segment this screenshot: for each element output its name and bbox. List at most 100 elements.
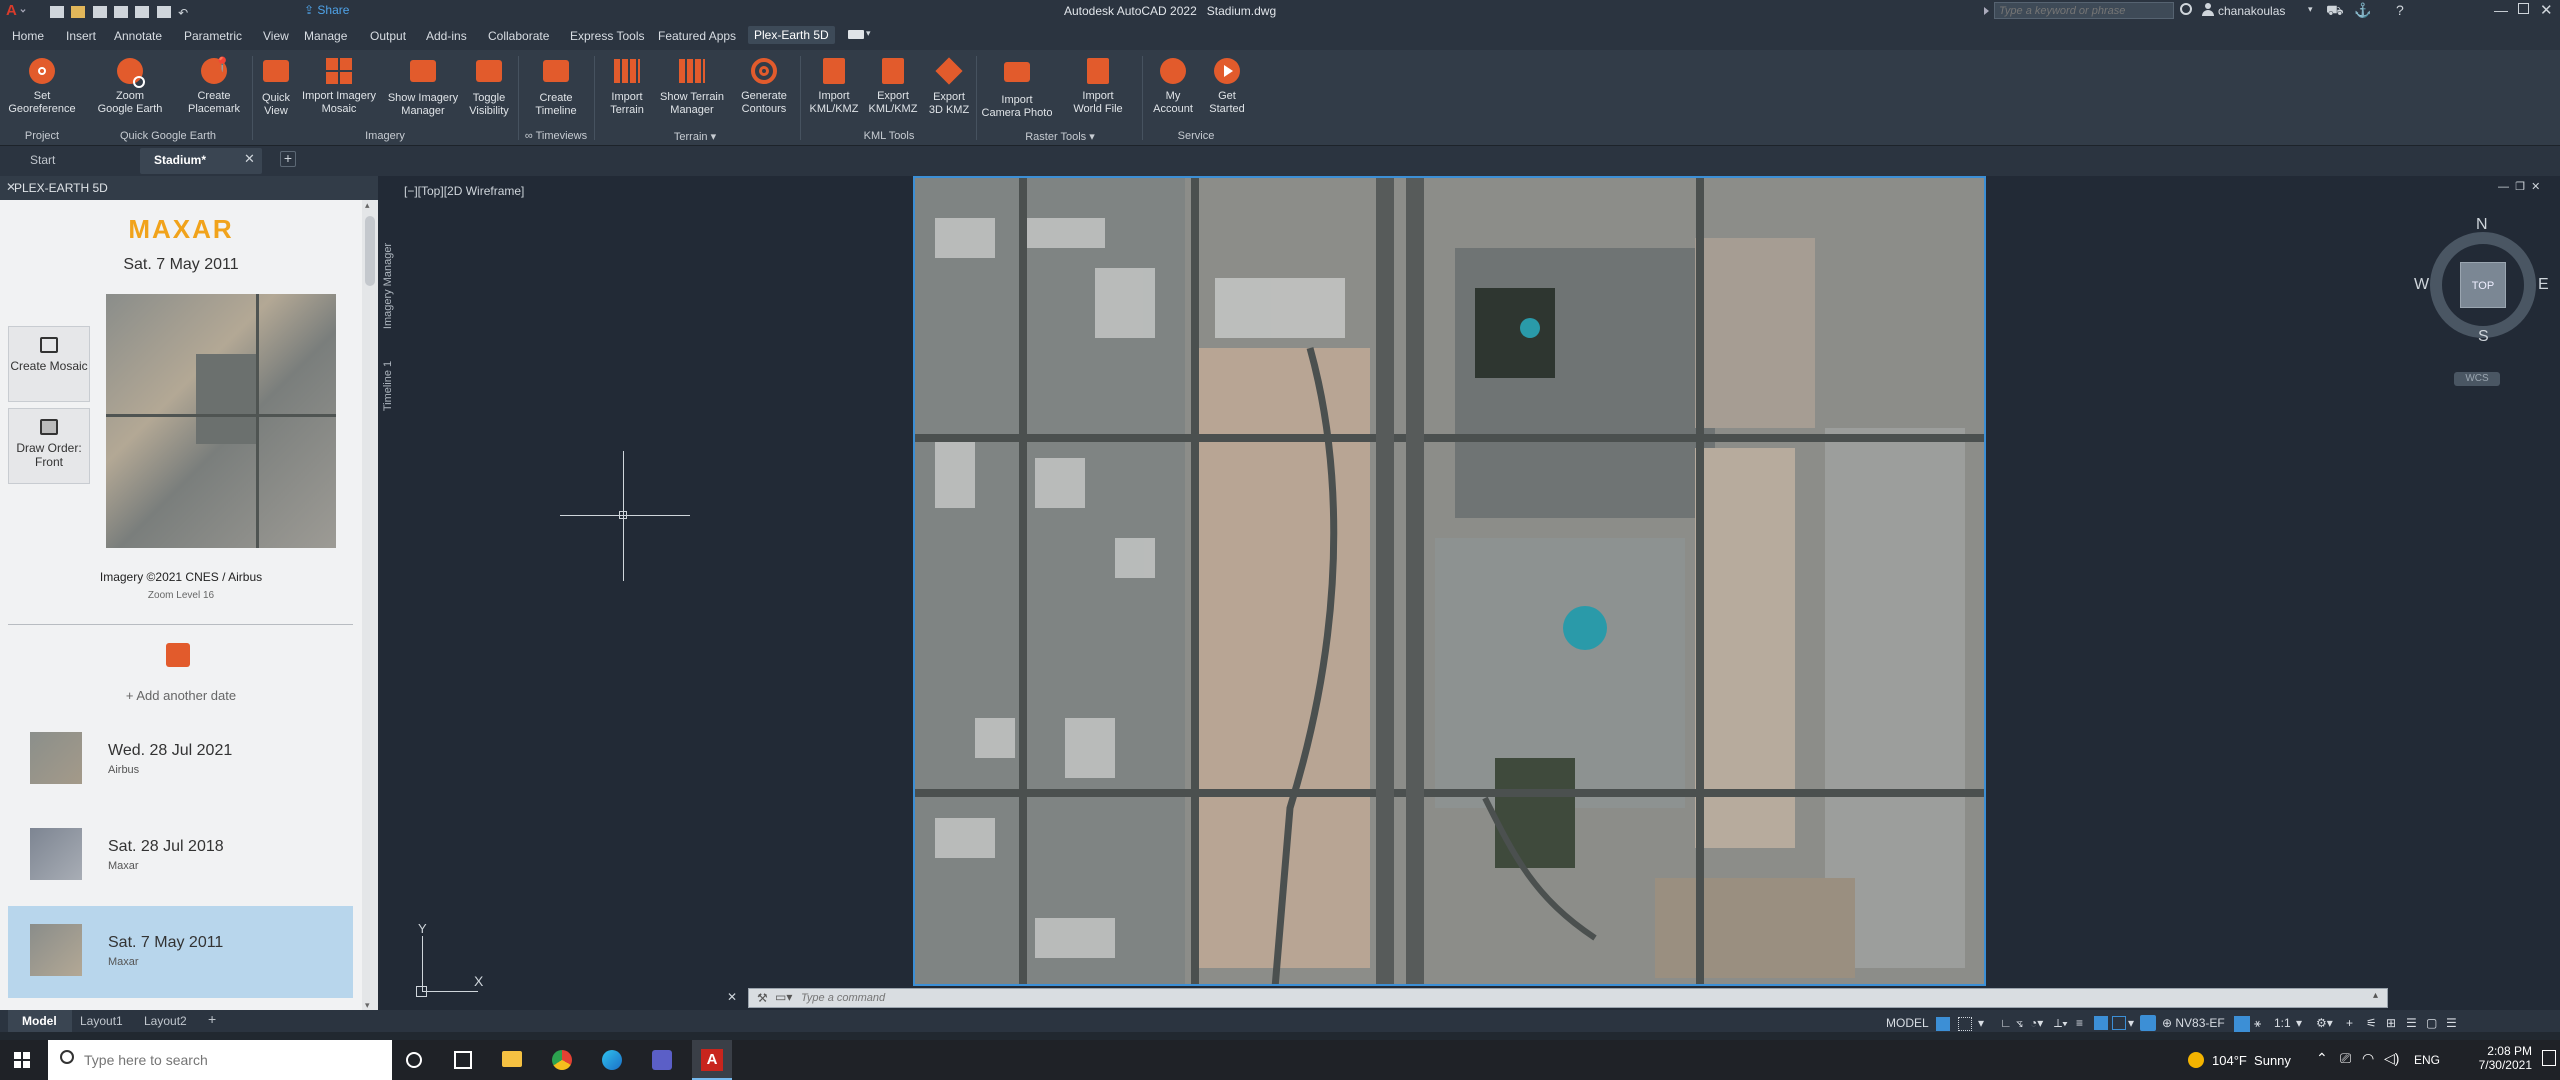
web-mobile-icon[interactable]	[135, 5, 150, 18]
auto-scale-icon[interactable]: ⚹	[2254, 1016, 2261, 1031]
hardware-acceleration-icon[interactable]: ☰	[2406, 1016, 2417, 1030]
annotation-scale[interactable]: 1:1	[2274, 1016, 2291, 1030]
my-account-button[interactable]: My Account	[1148, 56, 1198, 116]
share-button[interactable]: ⇪ Share	[304, 3, 349, 17]
windows-start-icon[interactable]	[14, 1052, 30, 1068]
command-line[interactable]: ✕ ⚒ ▭▾ ▴	[727, 988, 2388, 1008]
viewport-controls-label[interactable]: [−][Top][2D Wireframe]	[404, 184, 524, 198]
weather-sun-icon[interactable]	[2188, 1052, 2204, 1068]
weather-text[interactable]: 104°F Sunny	[2212, 1053, 2291, 1068]
menu-view[interactable]: View	[263, 29, 289, 43]
edge-icon[interactable]	[602, 1050, 622, 1070]
menu-express-tools[interactable]: Express Tools	[570, 29, 644, 43]
command-close-icon[interactable]: ✕	[727, 990, 737, 1004]
isodraft-icon[interactable]: ◔▾	[2030, 1016, 2043, 1030]
add-another-date-link[interactable]: + Add another date	[0, 688, 362, 703]
coord-system-status[interactable]: ⊕ NV83-EF	[2162, 1016, 2225, 1030]
side-tab-timeline[interactable]: Timeline 1	[382, 346, 394, 426]
wcs-menu[interactable]: WCS	[2454, 372, 2500, 386]
task-view-icon[interactable]	[454, 1051, 472, 1069]
cart-icon[interactable]: ⛟	[2326, 2, 2344, 21]
open-folder-icon[interactable]	[71, 5, 86, 18]
file-explorer-icon[interactable]	[502, 1051, 522, 1067]
clean-screen-icon[interactable]: ▢	[2426, 1016, 2437, 1030]
history-item-selected[interactable]: Sat. 7 May 2011 Maxar	[8, 906, 353, 998]
ortho-icon[interactable]: ∟	[2000, 1016, 2012, 1030]
search-icon[interactable]	[2180, 3, 2192, 15]
set-georeference-button[interactable]: Set Georeference	[4, 56, 80, 116]
user-icon[interactable]	[2202, 3, 2214, 17]
compass-south[interactable]: S	[2478, 328, 2489, 346]
model-space-toggle[interactable]: MODEL	[1886, 1016, 1929, 1030]
scroll-up-icon[interactable]: ▴	[365, 200, 370, 211]
viewport-close-icon[interactable]: ✕	[2531, 181, 2540, 193]
quick-properties-icon[interactable]: ⊞	[2386, 1016, 2396, 1030]
snap-dropdown-icon[interactable]: ▾	[1978, 1016, 1984, 1030]
menu-collaborate[interactable]: Collaborate	[488, 29, 549, 43]
autocad-taskbar-button[interactable]: A	[692, 1040, 732, 1080]
export-3d-kmz-button[interactable]: Export 3D KMZ	[924, 56, 974, 117]
zoom-google-earth-button[interactable]: Zoom Google Earth	[90, 56, 170, 116]
drawing-viewport[interactable]: [−][Top][2D Wireframe] Y X — ❐ ✕ TOP N S…	[378, 176, 2560, 1018]
command-customize-icon[interactable]: ⚒	[757, 991, 768, 1005]
command-input[interactable]	[801, 990, 2361, 1006]
app-menu-chevron-icon[interactable]	[20, 7, 26, 13]
history-item[interactable]: Wed. 28 Jul 2021 Airbus	[8, 714, 353, 806]
expand-search-icon[interactable]	[1984, 7, 1989, 15]
object-tracking-icon[interactable]: ⟂▾	[2054, 1016, 2068, 1031]
tab-layout2[interactable]: Layout2	[144, 1014, 187, 1028]
compass-west[interactable]: W	[2414, 276, 2429, 294]
language-indicator[interactable]: ENG	[2414, 1053, 2440, 1067]
ribbon-toggle-icon[interactable]	[848, 30, 864, 39]
taskbar-search-box[interactable]	[48, 1040, 392, 1080]
add-date-icon[interactable]	[166, 643, 190, 667]
create-placemark-button[interactable]: 📍 Create Placemark	[176, 56, 252, 116]
clock[interactable]: 2:08 PM 7/30/2021	[2462, 1044, 2532, 1072]
annotation-visibility-icon[interactable]	[2234, 1016, 2250, 1032]
imagery-preview[interactable]	[106, 294, 336, 548]
group-terrain[interactable]: Terrain ▾	[660, 130, 730, 143]
selection-dropdown-icon[interactable]: ▾	[2128, 1016, 2134, 1030]
annotation-monitor-icon[interactable]: +	[2346, 1016, 2353, 1030]
taskbar-search-input[interactable]	[84, 1051, 374, 1069]
toggle-visibility-button[interactable]: Toggle Visibility	[464, 56, 514, 118]
get-started-button[interactable]: Get Started	[1204, 56, 1250, 116]
create-mosaic-button[interactable]: Create Mosaic	[8, 326, 90, 402]
generate-contours-button[interactable]: Generate Contours	[734, 56, 794, 116]
viewcube-top-face[interactable]: TOP	[2460, 262, 2506, 308]
import-imagery-mosaic-button[interactable]: Import Imagery Mosaic	[297, 56, 381, 116]
close-tab-icon[interactable]: ✕	[244, 151, 255, 167]
workspace-gear-icon[interactable]: ⚙▾	[2316, 1016, 2333, 1030]
draw-order-button[interactable]: Draw Order: Front	[8, 408, 90, 484]
menu-insert[interactable]: Insert	[66, 29, 96, 43]
export-kml-button[interactable]: Export KML/KMZ	[864, 56, 922, 116]
save-icon[interactable]	[92, 5, 107, 18]
import-world-file-button[interactable]: Import World File	[1058, 56, 1138, 116]
menu-add-ins[interactable]: Add-ins	[426, 29, 467, 43]
quick-view-button[interactable]: Quick View	[256, 56, 296, 118]
palette-scrollbar[interactable]: ▴ ▾	[362, 200, 378, 1018]
scale-dropdown-icon[interactable]: ▾	[2296, 1016, 2302, 1030]
show-terrain-manager-button[interactable]: Show Terrain Manager	[654, 56, 730, 117]
customize-status-icon[interactable]: ☰	[2446, 1016, 2457, 1030]
maximize-window-icon[interactable]	[2518, 3, 2529, 14]
show-imagery-manager-button[interactable]: Show Imagery Manager	[383, 56, 463, 118]
ribbon-toggle-dropdown-icon[interactable]: ▾	[866, 28, 871, 39]
menu-output[interactable]: Output	[370, 29, 406, 43]
compass-north[interactable]: N	[2476, 216, 2488, 234]
lineweight-icon[interactable]: ≡	[2076, 1016, 2083, 1030]
minimize-window-icon[interactable]: —	[2494, 2, 2508, 18]
viewport-minimize-icon[interactable]: —	[2498, 181, 2509, 193]
user-dropdown-icon[interactable]: ▾	[2308, 4, 2313, 15]
volume-icon[interactable]: ◁)	[2384, 1050, 2399, 1067]
add-layout-icon[interactable]: +	[208, 1011, 216, 1027]
notifications-icon[interactable]	[2542, 1050, 2556, 1066]
dynamic-ucs-icon[interactable]	[2094, 1016, 2108, 1030]
snap-icon[interactable]	[1958, 1017, 1972, 1031]
print-icon[interactable]	[156, 5, 171, 18]
menu-manage[interactable]: Manage	[304, 29, 347, 43]
selection-cycling-icon[interactable]	[2112, 1016, 2126, 1030]
cortana-icon[interactable]	[406, 1052, 422, 1068]
grid-icon[interactable]	[1936, 1017, 1950, 1031]
group-raster-tools[interactable]: Raster Tools ▾	[1010, 130, 1110, 143]
